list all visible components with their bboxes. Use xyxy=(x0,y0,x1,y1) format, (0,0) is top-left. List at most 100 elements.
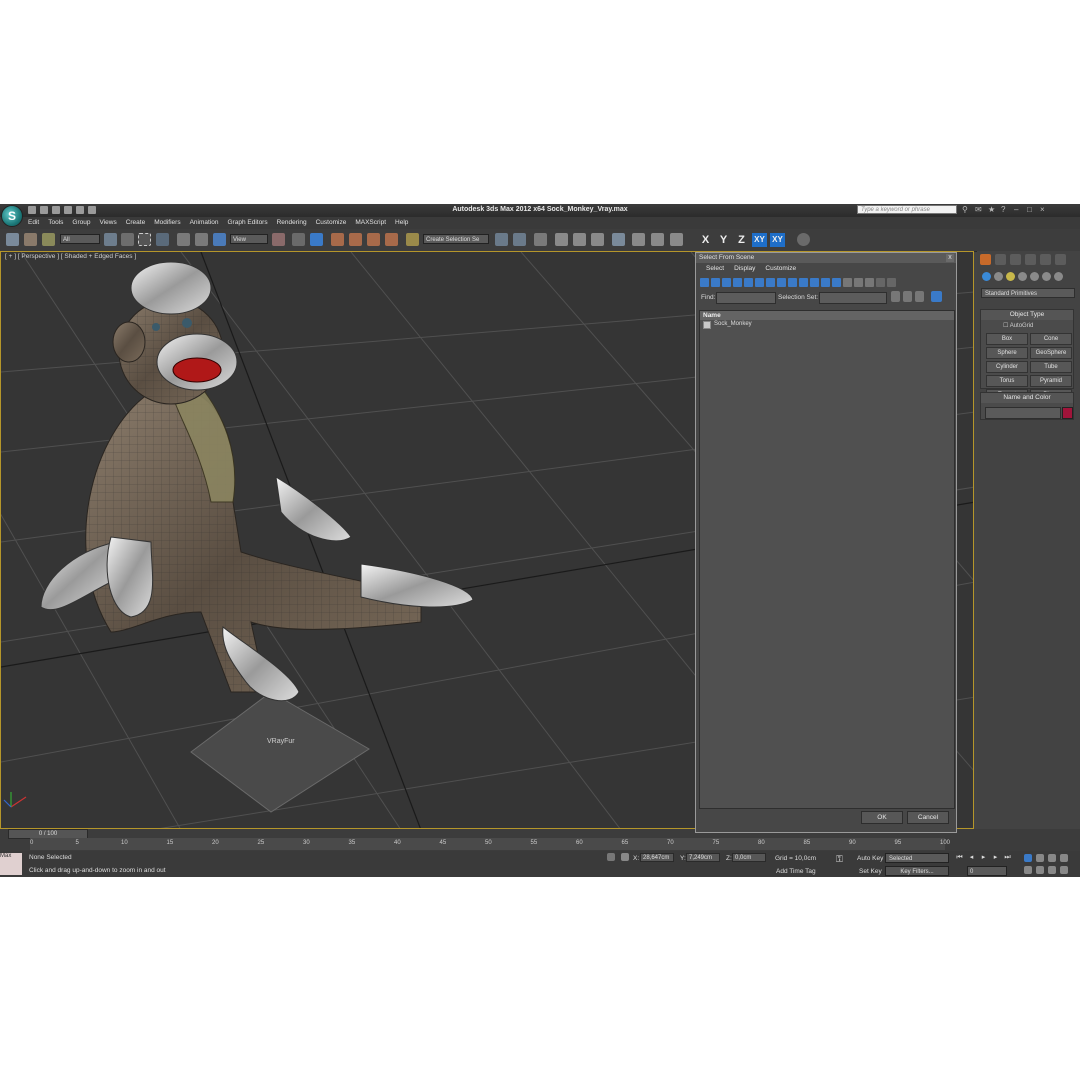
name-and-color-title[interactable]: Name and Color xyxy=(981,393,1073,403)
select-none-icon[interactable] xyxy=(903,291,912,302)
display-none-icon[interactable] xyxy=(854,278,863,287)
filter-spacewarps-icon[interactable] xyxy=(755,278,764,287)
graphite-ribbon-icon[interactable] xyxy=(555,233,568,246)
dialog-menu-customize[interactable]: Customize xyxy=(765,265,796,272)
axis-xy-cycle-button[interactable]: XY xyxy=(770,233,785,247)
menu-rendering[interactable]: Rendering xyxy=(277,219,307,226)
axis-z-button[interactable]: Z xyxy=(734,233,749,247)
cancel-button[interactable]: Cancel xyxy=(907,811,949,824)
minimize-icon[interactable]: – xyxy=(1014,206,1022,214)
menu-maxscript[interactable]: MAXScript xyxy=(355,219,386,226)
geosphere-button[interactable]: GeoSphere xyxy=(1030,347,1072,359)
torus-button[interactable]: Torus xyxy=(986,375,1028,387)
key-icon[interactable]: ⚿ xyxy=(836,854,843,865)
reference-coordinate-dropdown[interactable]: View xyxy=(230,234,268,244)
object-name-field[interactable] xyxy=(985,407,1061,419)
menu-modifiers[interactable]: Modifiers xyxy=(154,219,180,226)
display-tab-icon[interactable] xyxy=(1040,254,1051,265)
create-tab-icon[interactable] xyxy=(980,254,991,265)
scene-object-list[interactable]: Name Sock_Monkey xyxy=(699,310,955,809)
filter-options-icon[interactable] xyxy=(887,278,896,287)
filter-xrefs-icon[interactable] xyxy=(777,278,786,287)
previous-frame-icon[interactable]: ◂ xyxy=(967,854,976,862)
menu-graph-editors[interactable]: Graph Editors xyxy=(228,219,268,226)
geometry-category-icon[interactable] xyxy=(982,272,991,281)
dialog-close-button[interactable]: x xyxy=(946,254,954,262)
align-icon[interactable] xyxy=(513,233,526,246)
filter-funnel-icon[interactable] xyxy=(876,278,885,287)
hierarchy-tab-icon[interactable] xyxy=(1010,254,1021,265)
y-coord-field[interactable]: 7,249cm xyxy=(686,853,720,862)
rendered-frame-window-icon[interactable] xyxy=(651,233,664,246)
render-setup-icon[interactable] xyxy=(632,233,645,246)
key-filters-button[interactable]: Key Filters... xyxy=(885,866,949,876)
filter-shapes-icon[interactable] xyxy=(711,278,720,287)
utilities-tab-icon[interactable] xyxy=(1055,254,1066,265)
maximize-viewport-icon[interactable] xyxy=(1060,866,1068,874)
z-coord-field[interactable]: 0,0cm xyxy=(732,853,766,862)
display-invert-icon[interactable] xyxy=(865,278,874,287)
filter-geometry-icon[interactable] xyxy=(700,278,709,287)
select-invert-icon[interactable] xyxy=(915,291,924,302)
list-item[interactable]: Sock_Monkey xyxy=(700,320,954,329)
layer-manager-icon[interactable] xyxy=(534,233,547,246)
cylinder-button[interactable]: Cylinder xyxy=(986,361,1028,373)
auto-key-button[interactable]: Auto Key xyxy=(857,855,883,862)
axis-x-button[interactable]: X xyxy=(698,233,713,247)
menu-customize[interactable]: Customize xyxy=(316,219,347,226)
edit-named-selection-icon[interactable] xyxy=(406,233,419,246)
next-frame-icon[interactable]: ▸ xyxy=(991,854,1000,862)
close-icon[interactable]: × xyxy=(1040,206,1048,214)
mirror-icon[interactable] xyxy=(495,233,508,246)
filter-groups-icon[interactable] xyxy=(766,278,775,287)
app-menu-button[interactable]: S xyxy=(1,205,23,227)
motion-tab-icon[interactable] xyxy=(1025,254,1036,265)
lights-category-icon[interactable] xyxy=(1006,272,1015,281)
filter-hidden-icon[interactable] xyxy=(821,278,830,287)
play-icon[interactable]: ▸ xyxy=(979,854,988,862)
axis-xy-button[interactable]: XY xyxy=(752,233,767,247)
scale-icon[interactable] xyxy=(213,233,226,246)
cameras-category-icon[interactable] xyxy=(1018,272,1027,281)
go-to-end-icon[interactable]: ⏭ xyxy=(1003,854,1012,862)
rotate-icon[interactable] xyxy=(195,233,208,246)
subscription-icon[interactable]: ✉ xyxy=(975,206,983,214)
rect-selection-icon[interactable] xyxy=(138,233,151,246)
named-selection-set-dropdown[interactable]: Create Selection Se xyxy=(423,234,489,244)
window-crossing-icon[interactable] xyxy=(156,233,169,246)
tube-button[interactable]: Tube xyxy=(1030,361,1072,373)
menu-tools[interactable]: Tools xyxy=(48,219,63,226)
spacewarps-category-icon[interactable] xyxy=(1042,272,1051,281)
menu-views[interactable]: Views xyxy=(99,219,116,226)
maxscript-listener[interactable]: Max xyxy=(0,853,22,875)
spinner-snap-icon[interactable] xyxy=(385,233,398,246)
zoom-extents-icon[interactable] xyxy=(1048,854,1056,862)
box-button[interactable]: Box xyxy=(986,333,1028,345)
orbit-icon[interactable] xyxy=(1048,866,1056,874)
dialog-menu-display[interactable]: Display xyxy=(734,265,755,272)
add-time-tag[interactable]: Add Time Tag xyxy=(776,868,816,875)
curve-editor-icon[interactable] xyxy=(573,233,586,246)
filter-lights-icon[interactable] xyxy=(722,278,731,287)
render-production-icon[interactable] xyxy=(670,233,683,246)
menu-animation[interactable]: Animation xyxy=(190,219,219,226)
menu-help[interactable]: Help xyxy=(395,219,408,226)
menu-create[interactable]: Create xyxy=(126,219,146,226)
keyboard-shortcut-override-icon[interactable] xyxy=(310,233,323,246)
sync-selection-icon[interactable] xyxy=(931,291,942,302)
track-bar[interactable]: 0 5 10 15 20 25 30 35 40 45 50 55 60 65 70 75 80 85 90 95 10… xyxy=(30,838,950,850)
keyword-search-input[interactable]: Type a keyword or phrase xyxy=(857,205,957,214)
pyramid-button[interactable]: Pyramid xyxy=(1030,375,1072,387)
zoom-extents-all-icon[interactable] xyxy=(1060,854,1068,862)
material-editor-icon[interactable] xyxy=(612,233,625,246)
selection-set-dropdown[interactable] xyxy=(819,292,887,304)
column-header-name[interactable]: Name xyxy=(700,311,954,320)
dialog-menu-select[interactable]: Select xyxy=(706,265,724,272)
menu-edit[interactable]: Edit xyxy=(28,219,39,226)
angle-snap-icon[interactable] xyxy=(349,233,362,246)
manipulate-icon[interactable] xyxy=(292,233,305,246)
bind-space-warp-icon[interactable] xyxy=(42,233,55,246)
link-icon[interactable] xyxy=(6,233,19,246)
key-selection-dropdown[interactable]: Selected xyxy=(885,853,949,863)
systems-category-icon[interactable] xyxy=(1054,272,1063,281)
